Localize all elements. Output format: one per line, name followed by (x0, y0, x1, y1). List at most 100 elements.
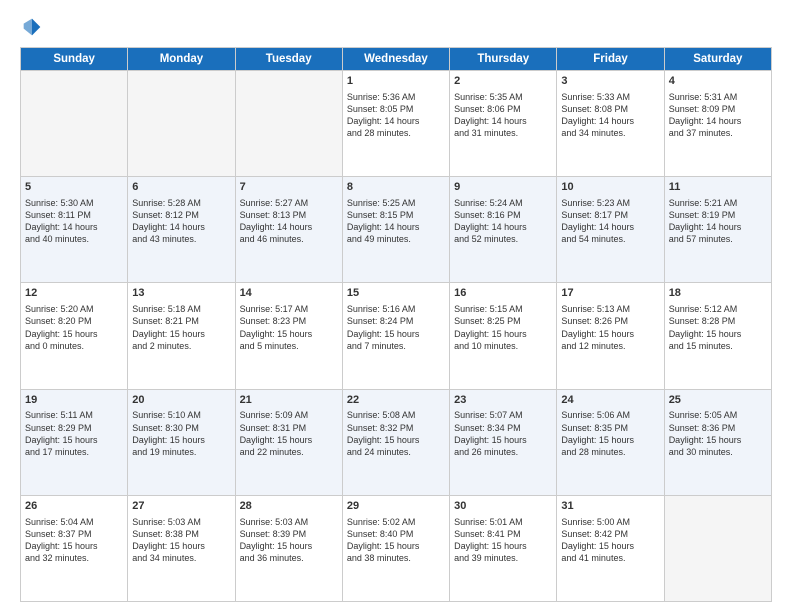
cell-line: Sunrise: 5:13 AM (561, 303, 659, 315)
calendar-week-1: 1Sunrise: 5:36 AMSunset: 8:05 PMDaylight… (21, 71, 772, 177)
cell-line: and 49 minutes. (347, 233, 445, 245)
cell-line: Sunset: 8:26 PM (561, 315, 659, 327)
day-number: 30 (454, 499, 552, 514)
day-number: 25 (669, 393, 767, 408)
cell-line: Daylight: 15 hours (454, 328, 552, 340)
calendar-cell: 5Sunrise: 5:30 AMSunset: 8:11 PMDaylight… (21, 177, 128, 283)
day-number: 18 (669, 286, 767, 301)
cell-line: Daylight: 15 hours (240, 434, 338, 446)
cell-line: Daylight: 14 hours (454, 221, 552, 233)
cell-line: and 39 minutes. (454, 552, 552, 564)
calendar-cell: 30Sunrise: 5:01 AMSunset: 8:41 PMDayligh… (450, 495, 557, 601)
day-number: 28 (240, 499, 338, 514)
day-header-friday: Friday (557, 48, 664, 71)
cell-line: and 28 minutes. (347, 127, 445, 139)
cell-line: Daylight: 14 hours (561, 221, 659, 233)
cell-line: Daylight: 15 hours (347, 434, 445, 446)
calendar-week-4: 19Sunrise: 5:11 AMSunset: 8:29 PM Dayligh… (21, 389, 772, 495)
logo (20, 16, 100, 37)
cell-line: Sunset: 8:29 PM (25, 422, 123, 434)
calendar-cell: 29Sunrise: 5:02 AMSunset: 8:40 PMDayligh… (342, 495, 449, 601)
cell-line: Daylight: 15 hours (561, 328, 659, 340)
calendar-cell: 3Sunrise: 5:33 AMSunset: 8:08 PMDaylight… (557, 71, 664, 177)
cell-line: Sunset: 8:30 PM (132, 422, 230, 434)
cell-line: and 22 minutes. (240, 446, 338, 458)
cell-line: and 54 minutes. (561, 233, 659, 245)
cell-line: Daylight: 14 hours (347, 115, 445, 127)
cell-line: Sunset: 8:23 PM (240, 315, 338, 327)
cell-line: and 17 minutes. (25, 446, 123, 458)
cell-line: Daylight: 15 hours (132, 540, 230, 552)
day-number: 19 (25, 393, 123, 408)
cell-line: Sunrise: 5:24 AM (454, 197, 552, 209)
day-number: 20 (132, 393, 230, 408)
cell-line: and 0 minutes. (25, 340, 123, 352)
calendar-cell: 4Sunrise: 5:31 AMSunset: 8:09 PMDaylight… (664, 71, 771, 177)
day-number: 2 (454, 74, 552, 89)
day-header-sunday: Sunday (21, 48, 128, 71)
cell-line: Daylight: 15 hours (454, 434, 552, 446)
calendar-cell: 21Sunrise: 5:09 AMSunset: 8:31 PMDayligh… (235, 389, 342, 495)
calendar-cell: 18Sunrise: 5:12 AMSunset: 8:28 PMDayligh… (664, 283, 771, 389)
day-number: 23 (454, 393, 552, 408)
header (20, 16, 772, 37)
calendar-cell (664, 495, 771, 601)
cell-line: Sunrise: 5:01 AM (454, 516, 552, 528)
cell-line: Sunset: 8:08 PM (561, 103, 659, 115)
logo-icon (22, 17, 42, 37)
cell-line: and 24 minutes. (347, 446, 445, 458)
day-number: 24 (561, 393, 659, 408)
calendar-cell: 28Sunrise: 5:03 AMSunset: 8:39 PMDayligh… (235, 495, 342, 601)
cell-line: Sunset: 8:42 PM (561, 528, 659, 540)
calendar-week-5: 26Sunrise: 5:04 AMSunset: 8:37 PMDayligh… (21, 495, 772, 601)
cell-line: Sunrise: 5:31 AM (669, 91, 767, 103)
cell-line: Sunrise: 5:35 AM (454, 91, 552, 103)
cell-line: Sunset: 8:37 PM (25, 528, 123, 540)
cell-line: and 31 minutes. (454, 127, 552, 139)
calendar-cell: 19Sunrise: 5:11 AMSunset: 8:29 PMDayligh… (21, 389, 128, 495)
calendar-week-2: 5Sunrise: 5:30 AMSunset: 8:11 PMDaylight… (21, 177, 772, 283)
day-number: 27 (132, 499, 230, 514)
calendar-cell: 22Sunrise: 5:08 AMSunset: 8:32 PMDayligh… (342, 389, 449, 495)
cell-line: Sunrise: 5:09 AM (240, 409, 338, 421)
cell-line: Daylight: 15 hours (669, 328, 767, 340)
cell-line: Sunrise: 5:23 AM (561, 197, 659, 209)
calendar-cell: 27Sunrise: 5:03 AMSunset: 8:38 PMDayligh… (128, 495, 235, 601)
day-number: 5 (25, 180, 123, 195)
cell-line: and 7 minutes. (347, 340, 445, 352)
cell-line: and 26 minutes. (454, 446, 552, 458)
cell-line: Sunrise: 5:16 AM (347, 303, 445, 315)
cell-line: Daylight: 14 hours (561, 115, 659, 127)
cell-line: and 5 minutes. (240, 340, 338, 352)
cell-line: Daylight: 15 hours (132, 328, 230, 340)
cell-line: Sunset: 8:05 PM (347, 103, 445, 115)
cell-line: and 41 minutes. (561, 552, 659, 564)
cell-line: Sunset: 8:13 PM (240, 209, 338, 221)
cell-line: Sunset: 8:21 PM (132, 315, 230, 327)
cell-line: Daylight: 14 hours (132, 221, 230, 233)
cell-line: and 32 minutes. (25, 552, 123, 564)
cell-line: Sunrise: 5:18 AM (132, 303, 230, 315)
cell-line: Sunset: 8:34 PM (454, 422, 552, 434)
day-number: 11 (669, 180, 767, 195)
cell-line: Daylight: 15 hours (561, 434, 659, 446)
cell-line: Sunrise: 5:15 AM (454, 303, 552, 315)
cell-line: Sunrise: 5:27 AM (240, 197, 338, 209)
calendar-cell: 17Sunrise: 5:13 AMSunset: 8:26 PMDayligh… (557, 283, 664, 389)
cell-line: Sunrise: 5:11 AM (25, 409, 123, 421)
cell-line: and 38 minutes. (347, 552, 445, 564)
calendar-cell: 7Sunrise: 5:27 AMSunset: 8:13 PMDaylight… (235, 177, 342, 283)
cell-line: and 40 minutes. (25, 233, 123, 245)
cell-line: Sunrise: 5:05 AM (669, 409, 767, 421)
calendar-cell: 14Sunrise: 5:17 AMSunset: 8:23 PMDayligh… (235, 283, 342, 389)
day-header-tuesday: Tuesday (235, 48, 342, 71)
cell-line: and 12 minutes. (561, 340, 659, 352)
cell-line: Sunset: 8:28 PM (669, 315, 767, 327)
day-number: 16 (454, 286, 552, 301)
cell-line: Sunrise: 5:03 AM (240, 516, 338, 528)
day-number: 4 (669, 74, 767, 89)
calendar-week-3: 12Sunrise: 5:20 AMSunset: 8:20 PMDayligh… (21, 283, 772, 389)
cell-line: Sunset: 8:17 PM (561, 209, 659, 221)
calendar-cell (235, 71, 342, 177)
cell-line: Sunset: 8:39 PM (240, 528, 338, 540)
